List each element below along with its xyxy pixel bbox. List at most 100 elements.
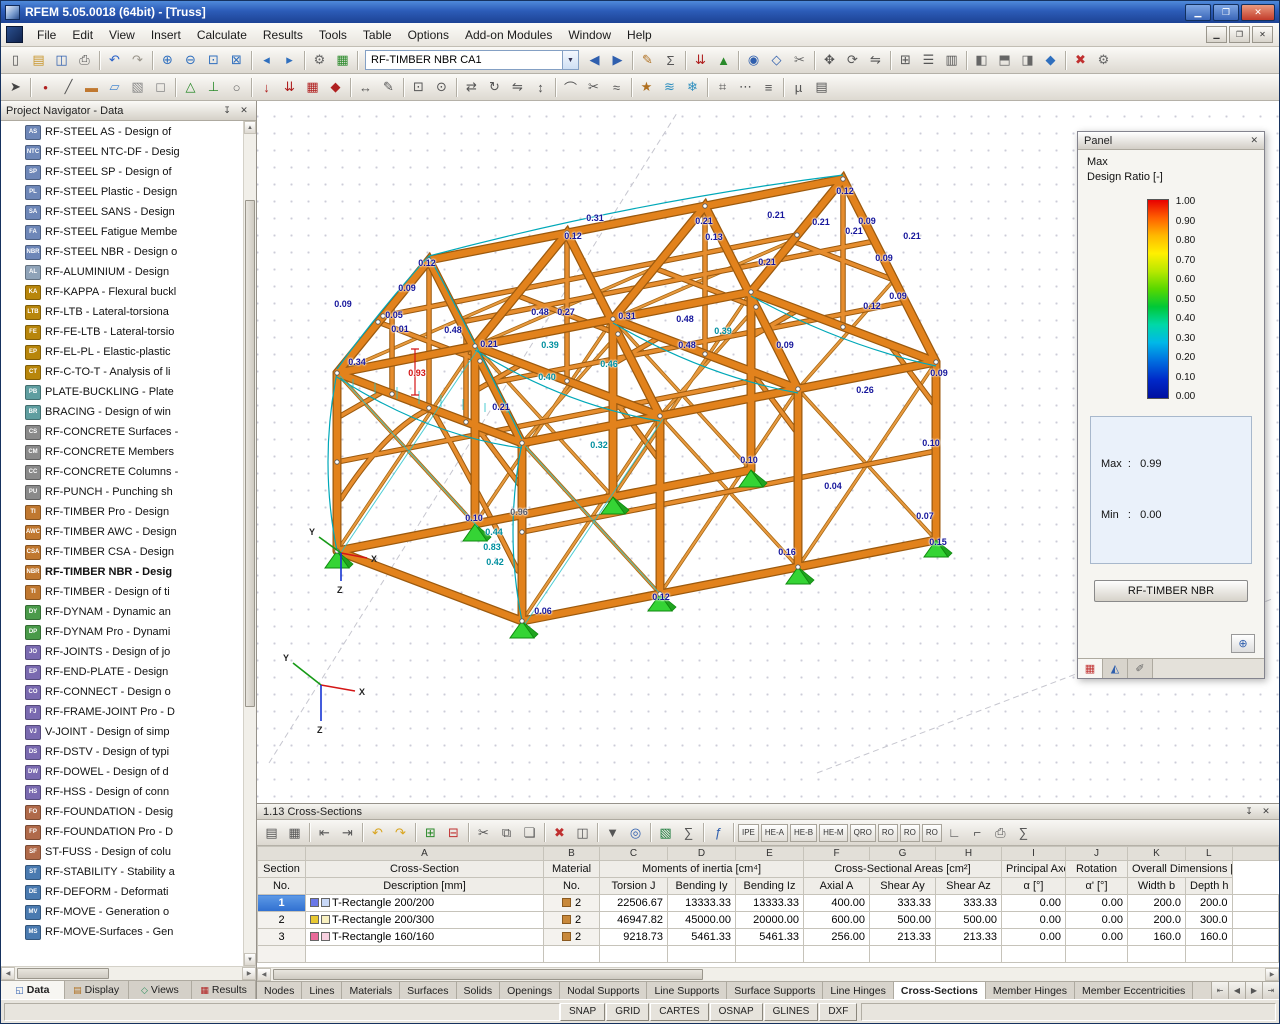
row-number-cell[interactable]: 3 — [258, 929, 306, 946]
menu-options[interactable]: Options — [400, 25, 457, 45]
navigator-item-rf-steel[interactable]: ASRF-STEEL AS - Design of — [1, 122, 243, 142]
merge-lines-icon[interactable]: ≈ — [605, 77, 628, 98]
navigator-item-rf-move-surfaces[interactable]: MSRF-MOVE-Surfaces - Gen — [1, 922, 243, 942]
empty-cell[interactable] — [936, 946, 1002, 963]
panel-close-icon[interactable]: ✕ — [1250, 135, 1258, 146]
menu-help[interactable]: Help — [619, 25, 660, 45]
find-icon[interactable]: ◎ — [624, 822, 647, 843]
empty-cell[interactable] — [870, 946, 936, 963]
menu-file[interactable]: File — [29, 25, 64, 45]
restore-button[interactable]: ❐ — [1213, 4, 1239, 21]
settings-icon[interactable]: ⚙ — [1092, 50, 1115, 71]
section-shape-button-ro[interactable]: RO — [900, 824, 920, 842]
scroll-right-icon[interactable]: ▶ — [1265, 968, 1279, 981]
zoom-out-icon[interactable]: ⊖ — [179, 50, 202, 71]
zoom-all-icon[interactable]: ⊠ — [225, 50, 248, 71]
open-file-icon[interactable]: ▤ — [27, 50, 50, 71]
navigator-item-rf-punch[interactable]: PURF-PUNCH - Punching sh — [1, 482, 243, 502]
table-tab-cross-sections[interactable]: Cross-Sections — [894, 982, 986, 999]
description-cell[interactable]: T-Rectangle 160/160 — [306, 929, 544, 946]
mdi-restore-button[interactable]: ❐ — [1229, 26, 1250, 43]
select-special-icon[interactable]: ⊙ — [430, 77, 453, 98]
navigator-item-rf-dynam[interactable]: DPRF-DYNAM Pro - Dynami — [1, 622, 243, 642]
column-letter-F[interactable]: F — [804, 847, 870, 861]
navigator-item-rf-concrete[interactable]: CCRF-CONCRETE Columns - — [1, 462, 243, 482]
scroll-thumb[interactable] — [273, 969, 703, 980]
empty-cell[interactable] — [1232, 946, 1279, 963]
select-column-icon[interactable]: ◫ — [571, 822, 594, 843]
status-toggle-dxf[interactable]: DXF — [819, 1003, 857, 1021]
empty-cell[interactable] — [668, 946, 736, 963]
generate-load-icon[interactable]: ★ — [635, 77, 658, 98]
dimensions-icon[interactable]: ↔ — [354, 77, 377, 98]
empty-cell[interactable] — [1186, 946, 1233, 963]
section-shape-button-he-m[interactable]: HE-M — [819, 824, 847, 842]
paste-icon[interactable]: ❏ — [518, 822, 541, 843]
value-cell[interactable]: 213.33 — [936, 929, 1002, 946]
previous-load-case-icon[interactable]: ◀ — [583, 50, 606, 71]
menu-edit[interactable]: Edit — [64, 25, 101, 45]
navigator-item-rf-steel[interactable]: FARF-STEEL Fatigue Membe — [1, 222, 243, 242]
user-views-icon[interactable]: ◇ — [765, 50, 788, 71]
value-cell[interactable]: 13333.33 — [736, 895, 804, 912]
next-tab-button[interactable]: ▶ — [1245, 982, 1262, 999]
insert-row-icon[interactable]: ⊞ — [419, 822, 442, 843]
tables-toggle-icon[interactable]: ⊞ — [894, 50, 917, 71]
column-letter-C[interactable]: C — [600, 847, 668, 861]
row-number-cell[interactable]: 1 — [258, 895, 306, 912]
navigator-toggle-icon[interactable]: ☰ — [917, 50, 940, 71]
table-view-mode-icon[interactable]: ▦ — [283, 822, 306, 843]
scroll-left-icon[interactable]: ◀ — [1, 967, 15, 980]
view-xy-icon[interactable]: ◧ — [970, 50, 993, 71]
menu-table[interactable]: Table — [355, 25, 400, 45]
last-tab-button[interactable]: ⇥ — [1262, 982, 1279, 999]
line-support-icon[interactable]: ⊥ — [202, 77, 225, 98]
navigator-item-plate-buckling[interactable]: PBPLATE-BUCKLING - Plate — [1, 382, 243, 402]
table-tab-lines[interactable]: Lines — [302, 982, 342, 999]
mdi-close-button[interactable]: ✕ — [1252, 26, 1273, 43]
value-cell[interactable]: 0.00 — [1002, 895, 1066, 912]
material-cell[interactable]: 2 — [544, 929, 600, 946]
navigator-item-rf-foundation[interactable]: FPRF-FOUNDATION Pro - D — [1, 822, 243, 842]
column-letter-J[interactable]: J — [1066, 847, 1128, 861]
menu-calculate[interactable]: Calculate — [189, 25, 255, 45]
navigator-item-rf-ltb[interactable]: LTBRF-LTB - Lateral-torsiona — [1, 302, 243, 322]
navigator-tab-data[interactable]: ◱Data — [1, 981, 65, 999]
empty-cell[interactable] — [1002, 946, 1066, 963]
menu-add-on-modules[interactable]: Add-on Modules — [457, 25, 560, 45]
column-letter-E[interactable]: E — [736, 847, 804, 861]
value-cell[interactable]: 333.33 — [870, 895, 936, 912]
next-load-case-icon[interactable]: ▶ — [606, 50, 629, 71]
divide-member-icon[interactable]: ✂ — [582, 77, 605, 98]
table-tab-line-supports[interactable]: Line Supports — [647, 982, 727, 999]
value-cell[interactable]: 500.00 — [870, 912, 936, 929]
empty-cell[interactable] — [258, 946, 306, 963]
corner-section-1-icon[interactable]: ∟ — [943, 822, 966, 843]
empty-cell[interactable] — [306, 946, 544, 963]
navigator-item-rf-hss[interactable]: HSRF-HSS - Design of conn — [1, 782, 243, 802]
copy-icon[interactable]: ⧉ — [495, 822, 518, 843]
empty-cell[interactable] — [600, 946, 668, 963]
value-cell[interactable]: 0.00 — [1066, 912, 1128, 929]
insert-opening-icon[interactable]: ◻ — [149, 77, 172, 98]
panel-title-bar[interactable]: Panel ✕ — [1078, 132, 1264, 150]
rotate-copy-icon[interactable]: ↻ — [483, 77, 506, 98]
table-horizontal-scrollbar[interactable]: ◀ ▶ — [257, 967, 1279, 981]
table-tab-member-hinges[interactable]: Member Hinges — [986, 982, 1075, 999]
column-letter-H[interactable]: H — [936, 847, 1002, 861]
table-tab-line-hinges[interactable]: Line Hinges — [823, 982, 893, 999]
navigator-item-rf-connect[interactable]: CORF-CONNECT - Design o — [1, 682, 243, 702]
navigator-tab-display[interactable]: ▤Display — [65, 981, 129, 999]
table-redo-icon[interactable]: ↷ — [389, 822, 412, 843]
layers-icon[interactable]: ≡ — [757, 77, 780, 98]
value-cell[interactable]: 500.00 — [936, 912, 1002, 929]
value-cell[interactable]: 160.0 — [1186, 929, 1233, 946]
section-shape-button-ipe[interactable]: IPE — [738, 824, 759, 842]
statistics-icon[interactable]: ∑ — [1012, 822, 1035, 843]
column-letter-G[interactable]: G — [870, 847, 936, 861]
section-shape-button-ro[interactable]: RO — [922, 824, 942, 842]
value-cell[interactable]: 9218.73 — [600, 929, 668, 946]
value-cell[interactable]: 300.0 — [1186, 912, 1233, 929]
snow-loads-icon[interactable]: ❄ — [681, 77, 704, 98]
navigator-item-rf-move[interactable]: MVRF-MOVE - Generation o — [1, 902, 243, 922]
